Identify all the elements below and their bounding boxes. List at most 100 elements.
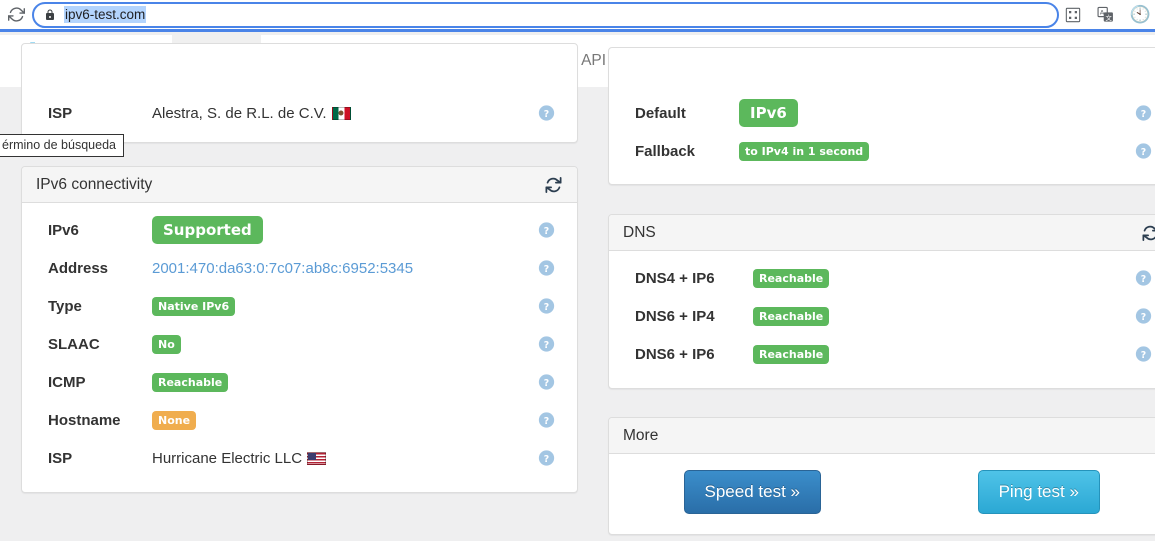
row-value: Alestra, S. de R.L. de C.V. bbox=[152, 105, 351, 122]
help-icon[interactable]: ? bbox=[538, 412, 555, 429]
refresh-icon[interactable] bbox=[1141, 223, 1155, 242]
reload-icon[interactable] bbox=[2, 1, 30, 29]
row-label: ISP bbox=[48, 450, 152, 467]
row-isp-ipv4: ISP Alestra, S. de R.L. de C.V. ? bbox=[22, 94, 577, 132]
status-badge: Reachable bbox=[753, 307, 829, 326]
help-icon[interactable]: ? bbox=[538, 336, 555, 353]
svg-text:?: ? bbox=[544, 454, 549, 465]
help-icon[interactable]: ? bbox=[538, 374, 555, 391]
row-value: Supported bbox=[152, 216, 263, 244]
status-badge: None bbox=[152, 411, 196, 430]
row-icmp: ICMP Reachable ? bbox=[22, 363, 577, 401]
status-badge: Reachable bbox=[753, 269, 829, 288]
more-panel: More Speed test » Ping test » bbox=[608, 417, 1155, 535]
ipv4-connectivity-panel: ISP Alestra, S. de R.L. de C.V. ? bbox=[21, 43, 578, 143]
row-dns6-ip6: DNS6 + IP6 Reachable ? bbox=[609, 335, 1155, 373]
help-icon[interactable]: ? bbox=[538, 260, 555, 277]
panel-body: IPv6 Supported ? Address 2001:470:da63:0… bbox=[22, 203, 577, 487]
status-badge: Reachable bbox=[753, 345, 829, 364]
row-type: Type Native IPv6 ? bbox=[22, 287, 577, 325]
svg-text:?: ? bbox=[544, 340, 549, 351]
panel-title: DNS bbox=[623, 224, 656, 242]
svg-text:?: ? bbox=[544, 378, 549, 389]
row-label: SLAAC bbox=[48, 336, 152, 353]
row-value: to IPv4 in 1 second bbox=[739, 142, 869, 161]
status-badge: Supported bbox=[152, 216, 263, 244]
panel-body: Speed test » Ping test » bbox=[609, 454, 1155, 514]
panel-heading: IPv6 connectivity bbox=[22, 167, 577, 203]
help-icon[interactable]: ? bbox=[1135, 143, 1152, 160]
speed-test-button[interactable]: Speed test » bbox=[684, 470, 821, 514]
panel-title: More bbox=[623, 427, 658, 445]
help-icon[interactable]: ? bbox=[538, 298, 555, 315]
refresh-icon[interactable] bbox=[544, 175, 563, 194]
row-value: Native IPv6 bbox=[152, 297, 235, 316]
row-label: IPv6 bbox=[48, 222, 152, 239]
row-isp-ipv6: ISP Hurricane Electric LLC ? bbox=[22, 439, 577, 477]
help-icon[interactable]: ? bbox=[1135, 308, 1152, 325]
row-label: DNS4 + IP6 bbox=[635, 270, 753, 287]
svg-text:文: 文 bbox=[1105, 13, 1112, 22]
row-default: Default IPv6 ? bbox=[609, 94, 1155, 132]
row-label: Address bbox=[48, 260, 152, 277]
row-label: Fallback bbox=[635, 143, 739, 160]
row-value: Hurricane Electric LLC bbox=[152, 450, 326, 467]
svg-text:?: ? bbox=[1141, 312, 1146, 323]
lock-icon bbox=[44, 8, 56, 22]
ping-test-button[interactable]: Ping test » bbox=[978, 470, 1100, 514]
ipv6-connectivity-panel: IPv6 connectivity IPv6 Supported ? bbox=[21, 166, 578, 493]
isp-name-text: Hurricane Electric LLC bbox=[152, 450, 302, 467]
svg-text:?: ? bbox=[1141, 147, 1146, 158]
status-badge: No bbox=[152, 335, 181, 354]
address-bar[interactable]: ipv6-test.com bbox=[32, 2, 1059, 28]
row-label: Hostname bbox=[48, 412, 152, 429]
help-icon[interactable]: ? bbox=[538, 222, 555, 239]
row-ipv6: IPv6 Supported ? bbox=[22, 211, 577, 249]
flag-mexico-icon bbox=[332, 107, 351, 120]
help-icon[interactable]: ? bbox=[538, 450, 555, 467]
row-value[interactable]: 2001:470:da63:0:7c07:ab8c:6952:5345 bbox=[152, 260, 413, 277]
row-value: Reachable bbox=[753, 345, 829, 364]
row-label: DNS6 + IP6 bbox=[635, 346, 753, 363]
help-icon[interactable]: ? bbox=[1135, 346, 1152, 363]
help-icon[interactable]: ? bbox=[1135, 105, 1152, 122]
status-badge: Native IPv6 bbox=[152, 297, 235, 316]
row-value: Reachable bbox=[753, 307, 829, 326]
svg-text:?: ? bbox=[544, 302, 549, 313]
panel-title: IPv6 connectivity bbox=[36, 176, 152, 194]
dns-panel: DNS DNS4 + IP6 Reachable ? bbox=[608, 214, 1155, 389]
search-tooltip: érmino de búsqueda bbox=[0, 134, 124, 157]
row-value: Reachable bbox=[152, 373, 228, 392]
panel-heading: DNS bbox=[609, 215, 1155, 251]
row-slaac: SLAAC No ? bbox=[22, 325, 577, 363]
url-text[interactable]: ipv6-test.com bbox=[64, 6, 146, 23]
browser-toolbar: ipv6-test.com A 文 🕙 bbox=[0, 0, 1155, 32]
help-icon[interactable]: ? bbox=[538, 105, 555, 122]
panel-heading: More bbox=[609, 418, 1155, 454]
row-label: Default bbox=[635, 105, 739, 122]
row-value: IPv6 bbox=[739, 99, 798, 127]
svg-text:?: ? bbox=[544, 264, 549, 275]
row-label: Type bbox=[48, 298, 152, 315]
qr-code-icon[interactable] bbox=[1065, 7, 1081, 23]
svg-text:?: ? bbox=[1141, 274, 1146, 285]
isp-name-text: Alestra, S. de R.L. de C.V. bbox=[152, 105, 327, 122]
row-dns6-ip4: DNS6 + IP4 Reachable ? bbox=[609, 297, 1155, 335]
browser-toolbar-icons: A 文 🕙 bbox=[1065, 6, 1155, 23]
row-value: None bbox=[152, 411, 196, 430]
flag-usa-icon bbox=[307, 452, 326, 465]
svg-text:?: ? bbox=[544, 416, 549, 427]
row-hostname: Hostname None ? bbox=[22, 401, 577, 439]
svg-text:?: ? bbox=[544, 109, 549, 120]
translate-icon[interactable]: A 文 bbox=[1097, 6, 1114, 23]
row-address: Address 2001:470:da63:0:7c07:ab8c:6952:5… bbox=[22, 249, 577, 287]
browser-default-panel: Default IPv6 ? Fallback to IPv4 in 1 sec… bbox=[608, 47, 1155, 185]
row-value: Reachable bbox=[753, 269, 829, 288]
page-content: ISP Alestra, S. de R.L. de C.V. ? IPv6 c… bbox=[0, 87, 1155, 541]
row-label: ISP bbox=[48, 105, 152, 122]
row-label: DNS6 + IP4 bbox=[635, 308, 753, 325]
status-badge: Reachable bbox=[152, 373, 228, 392]
svg-text:?: ? bbox=[544, 226, 549, 237]
status-badge: to IPv4 in 1 second bbox=[739, 142, 869, 161]
help-icon[interactable]: ? bbox=[1135, 270, 1152, 287]
